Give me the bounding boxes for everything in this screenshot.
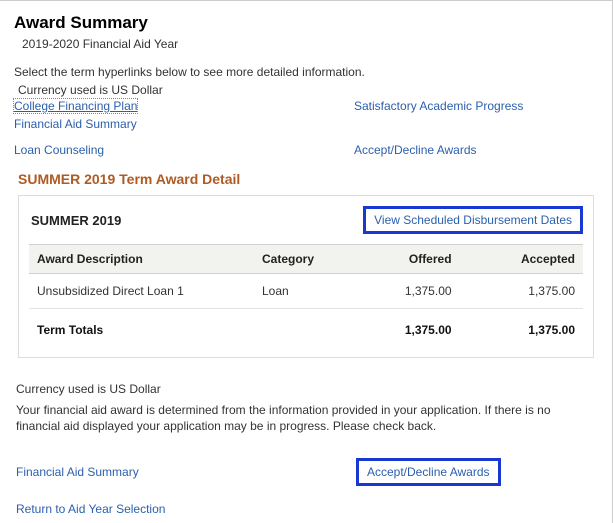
- term-detail-heading: SUMMER 2019 Term Award Detail: [18, 171, 598, 187]
- instructions-text: Select the term hyperlinks below to see …: [14, 65, 598, 79]
- return-aid-year-link[interactable]: Return to Aid Year Selection: [16, 502, 165, 516]
- table-header-row: Award Description Category Offered Accep…: [29, 245, 583, 274]
- cell-award-description: Unsubsidized Direct Loan 1: [29, 274, 254, 309]
- financial-aid-summary-link-bottom[interactable]: Financial Aid Summary: [16, 465, 356, 479]
- financial-aid-summary-link-top[interactable]: Financial Aid Summary: [14, 117, 354, 131]
- satisfactory-progress-link[interactable]: Satisfactory Academic Progress: [354, 99, 598, 113]
- table-totals-row: Term Totals 1,375.00 1,375.00: [29, 309, 583, 344]
- footer-explanation-text: Your financial aid award is determined f…: [16, 402, 592, 434]
- accept-decline-link-top[interactable]: Accept/Decline Awards: [354, 143, 598, 157]
- table-row: Unsubsidized Direct Loan 1 Loan 1,375.00…: [29, 274, 583, 309]
- loan-counseling-link[interactable]: Loan Counseling: [14, 143, 354, 157]
- view-disbursement-highlight: View Scheduled Disbursement Dates: [363, 206, 583, 234]
- totals-label: Term Totals: [29, 309, 254, 344]
- college-financing-plan-link[interactable]: College Financing Plan: [14, 99, 137, 113]
- col-offered: Offered: [349, 245, 460, 274]
- accept-decline-highlight: Accept/Decline Awards: [356, 458, 501, 486]
- awards-table: Award Description Category Offered Accep…: [29, 244, 583, 343]
- col-accepted: Accepted: [460, 245, 583, 274]
- accept-decline-link-bottom[interactable]: Accept/Decline Awards: [367, 465, 490, 479]
- page-title: Award Summary: [14, 13, 598, 33]
- cell-accepted: 1,375.00: [460, 274, 583, 309]
- col-category: Category: [254, 245, 349, 274]
- currency-label-bottom: Currency used is US Dollar: [16, 382, 598, 396]
- term-name-label: SUMMER 2019: [29, 213, 121, 228]
- link-grid-top: College Financing Plan Satisfactory Acad…: [14, 99, 598, 157]
- term-panel-header: SUMMER 2019 View Scheduled Disbursement …: [29, 206, 583, 234]
- cell-offered: 1,375.00: [349, 274, 460, 309]
- cell-category: Loan: [254, 274, 349, 309]
- aid-year-subtitle: 2019-2020 Financial Aid Year: [22, 37, 598, 51]
- term-panel: SUMMER 2019 View Scheduled Disbursement …: [18, 195, 594, 358]
- totals-accepted: 1,375.00: [460, 309, 583, 344]
- col-award-description: Award Description: [29, 245, 254, 274]
- totals-offered: 1,375.00: [349, 309, 460, 344]
- totals-blank: [254, 309, 349, 344]
- currency-label-top: Currency used is US Dollar: [18, 83, 598, 97]
- footer-link-row: Financial Aid Summary Accept/Decline Awa…: [16, 458, 598, 486]
- view-disbursement-link[interactable]: View Scheduled Disbursement Dates: [374, 213, 572, 227]
